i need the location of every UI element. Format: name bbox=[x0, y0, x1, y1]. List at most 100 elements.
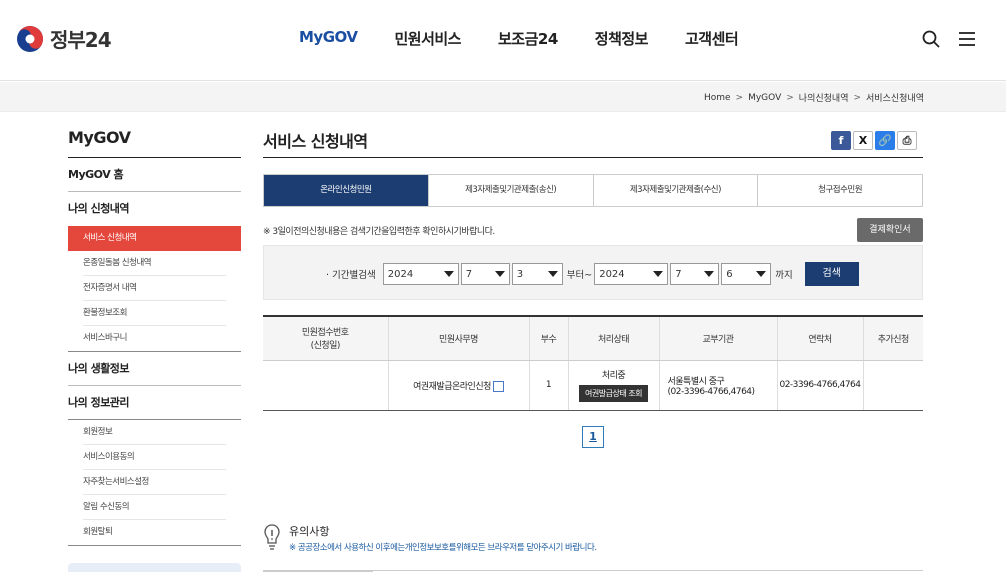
logo[interactable]: 정부24 bbox=[16, 24, 112, 53]
from-year-value: 2024 bbox=[387, 268, 414, 280]
chevron-down-icon bbox=[547, 271, 558, 277]
payment-receipt-button[interactable]: 결제확인서 bbox=[857, 218, 923, 242]
cell-receipt-no bbox=[263, 360, 388, 411]
col-agency: 교부기관 bbox=[658, 315, 777, 361]
sidebar-item-withdraw[interactable]: 회원탈퇴 bbox=[83, 520, 226, 545]
nav-civil-service[interactable]: 민원서비스 bbox=[394, 28, 461, 49]
from-suffix: 부터~ bbox=[566, 270, 593, 281]
passport-status-button[interactable]: 여권발급상태 조회 bbox=[579, 385, 648, 402]
sidebar-submenu-applications: 서비스 신청내역 온종일돌봄 신청내역 전자증명서 내역 환불정보조회 서비스바… bbox=[68, 226, 241, 352]
lightbulb-icon bbox=[264, 524, 280, 550]
taegeuk-logo-icon bbox=[17, 25, 43, 52]
breadcrumb-current: 서비스신청내역 bbox=[866, 94, 924, 104]
facebook-icon[interactable]: f bbox=[831, 131, 851, 150]
chevron-down-icon bbox=[704, 271, 715, 277]
logo-text: 정부24 bbox=[50, 28, 112, 52]
sidebar-item-service-basket[interactable]: 서비스바구니 bbox=[83, 326, 226, 351]
sidebar-submenu-info-management: 회원정보 서비스이용동의 자주찾는서비스설정 알림 수신동의 회원탈퇴 bbox=[68, 420, 241, 546]
tab-claim-applications[interactable]: 청구접수민원 bbox=[757, 175, 922, 206]
tab-third-party-sent[interactable]: 제3자제출및기관제출(송신) bbox=[427, 175, 593, 206]
caution-title: 유의사항 bbox=[289, 525, 330, 538]
sidebar-item-e-certificate[interactable]: 전자증명서 내역 bbox=[83, 276, 226, 301]
x-twitter-icon[interactable]: X bbox=[853, 131, 873, 150]
sidebar-section-info-management[interactable]: 나의 정보관리 bbox=[68, 386, 241, 420]
application-table: 민원접수번호 (신청일) 민원사무명 부수 처리상태 교부기관 연락처 추가신청… bbox=[263, 315, 923, 411]
from-day-select[interactable]: 3 bbox=[511, 263, 563, 285]
link-icon[interactable]: 🔗 bbox=[875, 131, 895, 150]
col-contact: 연락처 bbox=[776, 315, 863, 361]
nav-customer-center[interactable]: 고객센터 bbox=[685, 28, 739, 49]
tab-third-party-received[interactable]: 제3자제출및기관제출(수신) bbox=[592, 175, 758, 206]
chevron-down-icon bbox=[756, 271, 767, 277]
col-extra: 추가신청 bbox=[862, 315, 923, 361]
menu-icon[interactable] bbox=[957, 29, 977, 49]
nav-subsidy[interactable]: 보조금24 bbox=[498, 28, 558, 49]
period-search-row: · 기간별검색 2024 7 3 부터~ 2024 7 6 까지 검색 bbox=[326, 262, 859, 286]
search-icon[interactable] bbox=[921, 29, 941, 49]
to-suffix: 까지 bbox=[775, 270, 793, 281]
main-content: 서비스 신청내역 f X 🔗 ⎙ 온라인신청민원 제3자제출및기관제출(송신) … bbox=[263, 128, 923, 553]
sidebar-item-mygov-home[interactable]: MyGOV 홈 bbox=[68, 158, 241, 192]
cell-copies: 1 bbox=[528, 360, 568, 411]
sidebar-item-refund[interactable]: 환불정보조회 bbox=[83, 301, 226, 326]
status-text: 처리중 bbox=[601, 371, 626, 381]
to-month-select[interactable]: 7 bbox=[670, 263, 720, 285]
caution-section: 유의사항 ※ 공공장소에서 사용하신 이후에는개인정보보호를위해모든 브라우저를… bbox=[263, 523, 597, 553]
sidebar-item-service-consent[interactable]: 서비스이용동의 bbox=[83, 445, 226, 470]
sidebar-item-favorite-services[interactable]: 자주찾는서비스설정 bbox=[83, 470, 226, 495]
table-row: 여권재발급온라인신청 1 처리중 여권발급상태 조회 서울특별시 중구 (02-… bbox=[263, 360, 923, 411]
site-header: 정부24 MyGOV 민원서비스 보조금24 정책정보 고객센터 bbox=[0, 0, 1006, 81]
col-copies: 부수 bbox=[528, 315, 568, 361]
to-day-select[interactable]: 6 bbox=[721, 263, 772, 285]
sidebar-item-notification-consent[interactable]: 알림 수신동의 bbox=[83, 495, 226, 520]
chevron-down-icon bbox=[653, 271, 664, 277]
tab-online-applications[interactable]: 온라인신청민원 bbox=[264, 175, 428, 206]
chevron-down-icon bbox=[443, 271, 454, 277]
chevron-right-icon: > bbox=[735, 92, 744, 103]
table-header-row: 민원접수번호 (신청일) 민원사무명 부수 처리상태 교부기관 연락처 추가신청 bbox=[263, 315, 923, 361]
from-year-select[interactable]: 2024 bbox=[382, 263, 459, 285]
breadcrumb: Home > MyGOV > 나의신청내역 > 서비스신청내역 bbox=[704, 91, 924, 105]
sidebar-item-member-info[interactable]: 회원정보 bbox=[83, 420, 226, 445]
to-year-value: 2024 bbox=[599, 268, 625, 280]
breadcrumb-home[interactable]: Home bbox=[704, 93, 731, 103]
chevron-right-icon: > bbox=[786, 92, 794, 103]
chevron-right-icon: > bbox=[853, 92, 862, 103]
print-icon[interactable]: ⎙ bbox=[897, 131, 917, 150]
cell-status: 처리중 여권발급상태 조회 bbox=[567, 360, 659, 411]
from-month-select[interactable]: 7 bbox=[460, 263, 510, 285]
to-day-value: 6 bbox=[726, 268, 733, 280]
cell-service-name[interactable]: 여권재발급온라인신청 bbox=[387, 360, 529, 411]
cell-agency: 서울특별시 중구 (02-3396-4766,4764) bbox=[658, 360, 777, 411]
from-day-value: 3 bbox=[516, 268, 524, 280]
cell-extra bbox=[862, 360, 923, 411]
search-button[interactable]: 검색 bbox=[804, 262, 859, 286]
col-service-name: 민원사무명 bbox=[387, 315, 529, 361]
sidebar-banner bbox=[68, 563, 241, 572]
sidebar-title: MyGOV bbox=[68, 128, 241, 158]
service-name-link[interactable]: 여권재발급온라인신청 bbox=[413, 382, 491, 392]
sidebar: MyGOV MyGOV 홈 나의 신청내역 서비스 신청내역 온종일돌봄 신청내… bbox=[68, 128, 241, 546]
sidebar-item-service-applications[interactable]: 서비스 신청내역 bbox=[68, 226, 241, 251]
sidebar-section-life-info[interactable]: 나의 생활정보 bbox=[68, 352, 241, 386]
from-month-value: 7 bbox=[465, 268, 473, 280]
nav-policy[interactable]: 정책정보 bbox=[595, 28, 649, 49]
caution-description: ※ 공공장소에서 사용하신 이후에는개인정보보호를위해모든 브라우저를 닫아주시… bbox=[289, 543, 597, 553]
edit-icon[interactable] bbox=[492, 380, 504, 392]
share-toolbar: f X 🔗 ⎙ bbox=[829, 131, 917, 150]
nav-mygov[interactable]: MyGOV bbox=[299, 28, 358, 49]
page-number-current[interactable]: 1 bbox=[582, 426, 604, 448]
page-title: 서비스 신청내역 bbox=[263, 128, 923, 158]
agency-phone: (02-3396-4766,4764) bbox=[667, 386, 756, 397]
main-nav: MyGOV 민원서비스 보조금24 정책정보 고객센터 bbox=[299, 28, 775, 49]
to-year-select[interactable]: 2024 bbox=[594, 263, 669, 285]
breadcrumb-bar: Home > MyGOV > 나의신청내역 > 서비스신청내역 bbox=[0, 82, 1006, 112]
period-search-box: · 기간별검색 2024 7 3 부터~ 2024 7 6 까지 검색 bbox=[263, 245, 923, 300]
col-status: 처리상태 bbox=[567, 315, 659, 361]
sidebar-item-allday-care[interactable]: 온종일돌봄 신청내역 bbox=[83, 251, 226, 276]
sidebar-section-applications[interactable]: 나의 신청내역 bbox=[68, 192, 241, 226]
breadcrumb-my-applications[interactable]: 나의신청내역 bbox=[799, 91, 849, 104]
breadcrumb-mygov[interactable]: MyGOV bbox=[748, 93, 781, 103]
notice-text: ※ 3일이전의신청내용은 검색기간을입력한후 확인하시기바랍니다. bbox=[263, 227, 495, 237]
to-month-value: 7 bbox=[675, 268, 682, 280]
